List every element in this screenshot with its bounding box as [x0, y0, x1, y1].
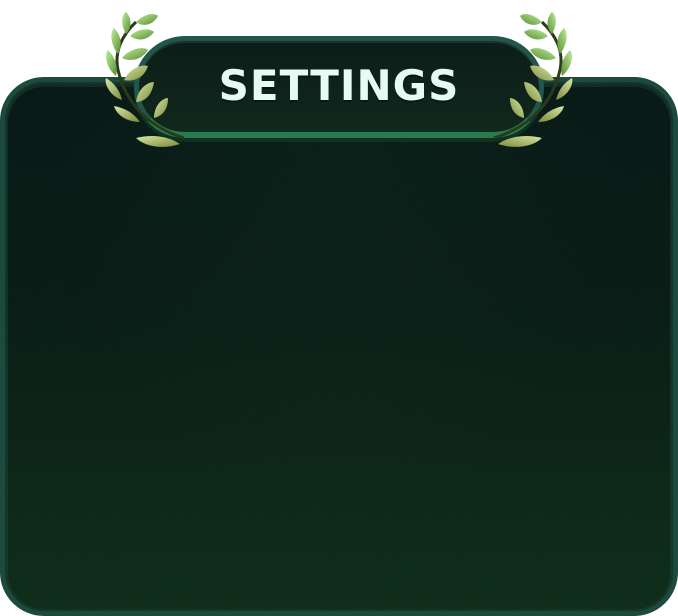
settings-screen: SETTINGS: [0, 0, 678, 616]
laurel-left-icon: [105, 12, 185, 147]
page-title: SETTINGS: [218, 61, 460, 110]
laurel-right-icon: [493, 12, 573, 147]
panel-texture: [5, 82, 673, 611]
